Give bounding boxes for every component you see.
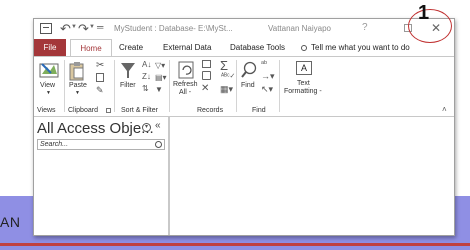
ribbon-home: View ▼ Views Paste ▼ ✂ ✎ Clipboard Filte…	[34, 56, 454, 117]
group-separator	[236, 60, 237, 112]
help-button[interactable]: ?	[362, 22, 368, 33]
refresh-button-label[interactable]: Refresh	[173, 81, 198, 88]
advanced-filter-icon[interactable]: ▤▾	[155, 73, 167, 82]
clipboard-launcher-icon[interactable]	[106, 108, 111, 113]
paste-icon[interactable]	[68, 61, 86, 81]
annotation-circle	[408, 9, 452, 43]
refresh-icon[interactable]	[177, 60, 195, 80]
background-band-text: AN	[0, 214, 21, 230]
view-button-label[interactable]: View	[40, 82, 55, 89]
group-separator	[279, 60, 280, 112]
selection-icon[interactable]: ▽▾	[155, 61, 165, 70]
customize-qat-icon[interactable]: ═	[97, 22, 103, 32]
more-records-icon[interactable]: ▦▾	[220, 84, 233, 95]
background-red-line	[0, 243, 470, 246]
redo-icon[interactable]: ↷	[78, 21, 89, 37]
user-name[interactable]: Vattanan Naiyapo	[268, 24, 331, 33]
undo-dropdown-icon[interactable]: ▼	[71, 24, 77, 30]
redo-dropdown-icon[interactable]: ▼	[89, 24, 95, 30]
select-icon[interactable]: ↖▾	[261, 84, 273, 95]
window-title: MyStudent : Database- E:\MySt...	[114, 24, 233, 33]
find-button-label[interactable]: Find	[241, 82, 255, 89]
delete-record-icon[interactable]: ✕	[201, 83, 209, 94]
tab-database-tools[interactable]: Database Tools	[230, 39, 285, 57]
undo-icon[interactable]: ↶	[60, 21, 71, 37]
save-icon[interactable]	[40, 23, 52, 34]
annotation-number: 1	[418, 2, 430, 24]
save-record-icon[interactable]	[202, 71, 211, 80]
nav-menu-icon[interactable]: ▾	[142, 123, 151, 132]
remove-sort-icon[interactable]: ⇅	[142, 84, 149, 93]
search-icon[interactable]	[155, 141, 162, 148]
text-formatting-icon[interactable]: A	[296, 61, 312, 75]
group-separator	[64, 60, 65, 112]
group-find-label: Find	[252, 107, 266, 114]
filter-button-label[interactable]: Filter	[120, 82, 136, 89]
format-painter-icon[interactable]: ✎	[96, 85, 104, 96]
group-sort-filter-label: Sort & Filter	[121, 107, 158, 114]
copy-icon[interactable]	[96, 73, 104, 82]
go-to-icon[interactable]: →▾	[261, 71, 275, 82]
work-area	[172, 117, 454, 235]
paste-button-label[interactable]: Paste	[69, 82, 87, 89]
ribbon-tabs: File Home Create External Data Database …	[34, 39, 454, 57]
tab-file[interactable]: File	[34, 39, 66, 57]
navigation-pane: All Access Obje... ▾ « Search...	[34, 117, 170, 235]
totals-icon[interactable]: Σ	[220, 58, 228, 73]
tell-me-box[interactable]: Tell me what you want to do	[301, 39, 410, 57]
screenshot-root: AN ↶ ▼ ↷ ▼ ═ MyStudent : Database- E:\My…	[0, 0, 470, 250]
new-record-icon[interactable]	[202, 60, 211, 68]
group-records-label: Records	[197, 107, 224, 114]
filter-icon[interactable]	[120, 62, 136, 80]
access-window: ↶ ▼ ↷ ▼ ═ MyStudent : Database- E:\MySt.…	[33, 18, 455, 236]
nav-search-input[interactable]: Search...	[37, 139, 165, 150]
cut-icon[interactable]: ✂	[96, 60, 104, 71]
nav-search-placeholder: Search...	[40, 141, 69, 148]
tab-home[interactable]: Home	[70, 39, 112, 57]
text-formatting-label[interactable]: Text	[297, 80, 310, 87]
sort-descending-icon[interactable]: Z↓	[142, 72, 151, 81]
replace-icon[interactable]: ᵃᵇ	[261, 59, 267, 68]
group-clipboard-label: Clipboard	[68, 107, 98, 114]
find-icon[interactable]	[241, 61, 257, 79]
shutter-bar-close-icon[interactable]: «	[155, 120, 161, 131]
nav-pane-title[interactable]: All Access Obje...	[37, 120, 154, 137]
tab-create[interactable]: Create	[119, 39, 143, 57]
group-views-label: Views	[37, 107, 56, 114]
toggle-filter-icon[interactable]: ▼	[155, 85, 163, 94]
sort-ascending-icon[interactable]: A↓	[142, 60, 151, 69]
tell-me-text: Tell me what you want to do	[311, 43, 410, 52]
collapse-ribbon-icon[interactable]: ˄	[442, 105, 447, 114]
text-formatting-label-2[interactable]: Formatting -	[284, 88, 322, 95]
title-bar: ↶ ▼ ↷ ▼ ═ MyStudent : Database- E:\MySt.…	[34, 19, 454, 39]
spelling-icon[interactable]: ᴬᴮᶜ✓	[221, 72, 235, 80]
lightbulb-icon	[301, 45, 307, 51]
view-icon[interactable]	[39, 61, 61, 79]
group-separator	[114, 60, 115, 112]
group-separator	[169, 60, 170, 112]
paste-dropdown-icon[interactable]: ▼	[75, 90, 80, 96]
refresh-button-sub[interactable]: All -	[179, 89, 191, 96]
tab-external-data[interactable]: External Data	[163, 39, 211, 57]
view-dropdown-icon[interactable]: ▼	[46, 90, 51, 96]
